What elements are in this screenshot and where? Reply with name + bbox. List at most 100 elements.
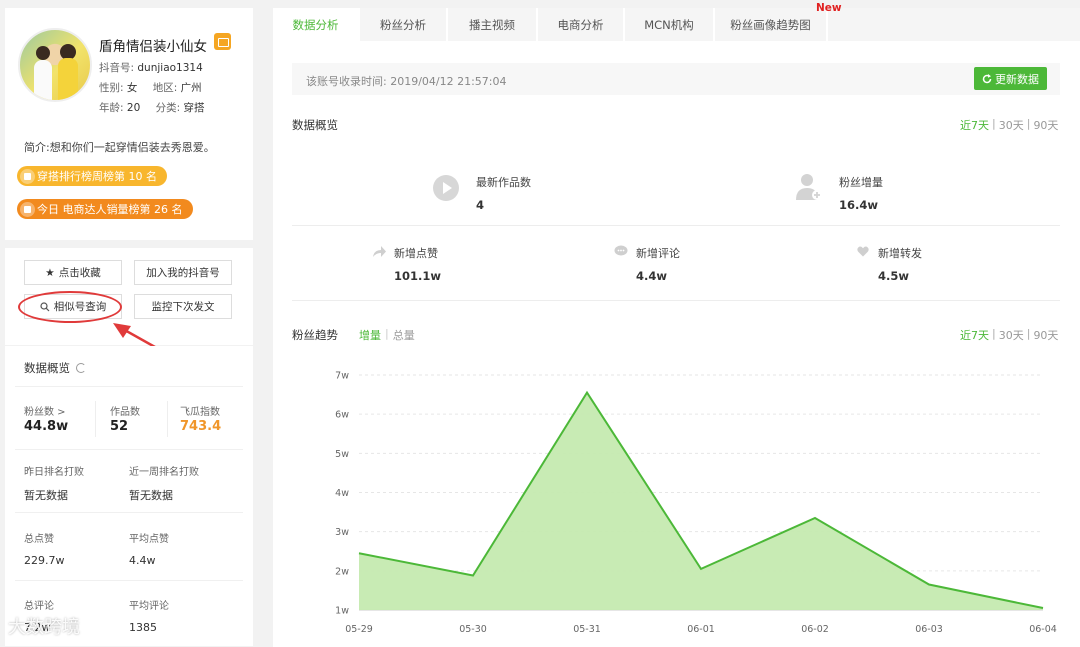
new-shares-label: 新增转发: [878, 247, 922, 260]
age-category-row: 年龄: 20 分类: 穿搭: [99, 102, 205, 114]
trend-range-selector: 近7天 | 30天 | 90天: [960, 327, 1059, 343]
profile-card: 盾角情侣装小仙女 抖音号: dunjiao1314 性别: 女 地区: 广州 年…: [5, 8, 253, 240]
douyin-id-row: 抖音号: dunjiao1314: [99, 62, 203, 74]
tab-fans-analysis[interactable]: 粉丝分析: [360, 8, 448, 41]
stats-title: 数据概览: [24, 360, 86, 376]
data-point[interactable]: [585, 391, 589, 395]
avg-comments-label: 平均评论: [129, 601, 169, 612]
age: 20: [126, 102, 141, 114]
refresh-icon[interactable]: [76, 363, 86, 373]
new-shares-value: 4.5w: [878, 269, 909, 283]
data-point[interactable]: [699, 567, 703, 571]
nickname: 盾角情侣装小仙女: [99, 39, 207, 55]
week-rank-label: 近一周排名打败: [129, 467, 199, 478]
fans-value: 44.8w: [24, 419, 69, 434]
total-likes-value: 229.7w: [24, 554, 65, 567]
yday-rank-label: 昨日排名打败: [24, 467, 84, 478]
total-comments-label: 总评论: [24, 601, 54, 612]
rank-badge-ecommerce[interactable]: 今日 电商达人销量榜第 26 名: [17, 199, 193, 219]
y-tick-label: 2w: [335, 566, 349, 577]
avg-likes-label: 平均点赞: [129, 534, 169, 545]
overview-range-90[interactable]: 90天: [1033, 117, 1058, 133]
avg-likes-value: 4.4w: [129, 554, 156, 567]
search-icon: [40, 301, 50, 311]
shop-icon[interactable]: [214, 33, 231, 50]
left-panel: 盾角情侣装小仙女 抖音号: dunjiao1314 性别: 女 地区: 广州 年…: [5, 8, 253, 647]
trend-range-30[interactable]: 30天: [999, 327, 1024, 343]
new-likes-label: 新增点赞: [394, 247, 438, 260]
tab-videos[interactable]: 播主视频: [448, 8, 538, 41]
avatar[interactable]: [18, 28, 92, 102]
y-tick-label: 4w: [335, 488, 349, 499]
category: 穿搭: [183, 102, 205, 114]
week-rank-value: 暂无数据: [129, 489, 173, 502]
x-tick-label: 06-03: [915, 624, 943, 635]
watermark: 大数跨境: [8, 617, 80, 638]
yday-rank-value: 暂无数据: [24, 489, 68, 502]
fans-label[interactable]: 粉丝数 >: [24, 403, 66, 418]
tab-data-analysis[interactable]: 数据分析: [273, 8, 360, 41]
main-panel: 数据分析 粉丝分析 播主视频 电商分析 MCN机构 粉丝画像趋势图 New 该账…: [273, 2, 1080, 647]
share-arrow-icon: [373, 246, 386, 257]
star-icon: ★: [45, 266, 55, 279]
y-tick-label: 5w: [335, 449, 349, 460]
toggle-increment[interactable]: 增量: [359, 327, 381, 343]
fans-trend-chart: 1w 2w 3w 4w 5w 6w 7w 05-29 05-30 05-31 06-01 06-02 0…: [335, 371, 1057, 636]
tab-mcn[interactable]: MCN机构: [625, 8, 715, 41]
crown-icon: [20, 168, 35, 184]
play-icon: [433, 175, 459, 201]
avg-comments-value: 1385: [129, 621, 157, 634]
tab-bar: 数据分析 粉丝分析 播主视频 电商分析 MCN机构 粉丝画像趋势图 New: [273, 2, 1080, 41]
new-likes-value: 101.1w: [394, 269, 441, 283]
douyin-id: dunjiao1314: [137, 62, 203, 74]
update-data-button[interactable]: 更新数据: [974, 67, 1047, 90]
overview-title: 数据概览: [292, 118, 338, 132]
region: 广州: [180, 82, 202, 94]
fans-growth-value: 16.4w: [839, 198, 878, 212]
stats-card: 数据概览 粉丝数 > 44.8w 作品数 52 飞瓜指数 743.4 昨日排名打…: [5, 346, 253, 646]
trend-range-7[interactable]: 近7天: [960, 327, 989, 343]
feigua-value: 743.4: [180, 419, 222, 434]
data-point[interactable]: [927, 583, 931, 587]
data-point[interactable]: [1041, 606, 1045, 610]
sync-icon: [982, 73, 992, 83]
y-tick-label: 6w: [335, 410, 349, 421]
x-tick-label: 06-02: [801, 624, 829, 635]
gender: 女: [126, 82, 138, 94]
data-point[interactable]: [471, 574, 475, 578]
trend-title: 粉丝趋势: [292, 328, 338, 342]
new-works-value: 4: [476, 198, 485, 212]
tab-ecommerce[interactable]: 电商分析: [538, 8, 625, 41]
x-tick-label: 06-01: [687, 624, 715, 635]
rank-badge-weekly[interactable]: 穿搭排行榜周榜第 10 名: [17, 166, 167, 186]
y-tick-label: 3w: [335, 527, 349, 538]
heart-icon: [857, 246, 869, 257]
x-tick-label: 05-31: [573, 624, 601, 635]
toggle-total[interactable]: 总量: [393, 327, 415, 343]
new-comments-label: 新增评论: [636, 247, 680, 260]
add-to-mine-button[interactable]: 加入我的抖音号: [134, 260, 232, 285]
actions-card: ★ 点击收藏 加入我的抖音号 相似号查询 监控下次发文: [5, 248, 253, 358]
overview-range-30[interactable]: 30天: [999, 117, 1024, 133]
trend-mode-toggle: 增量 | 总量: [359, 327, 415, 343]
trend-range-90[interactable]: 90天: [1033, 327, 1058, 343]
favorite-button[interactable]: ★ 点击收藏: [24, 260, 122, 285]
overview-range-selector: 近7天 | 30天 | 90天: [960, 117, 1059, 133]
overview-range-7[interactable]: 近7天: [960, 117, 989, 133]
area-fill: [359, 392, 1043, 610]
x-tick-label: 05-30: [459, 624, 487, 635]
new-works-label: 最新作品数: [476, 176, 531, 189]
total-likes-label: 总点赞: [24, 534, 54, 545]
comment-icon: [614, 245, 628, 256]
data-point[interactable]: [357, 551, 361, 555]
tab-fans-profile-trend[interactable]: 粉丝画像趋势图: [715, 8, 828, 41]
monitor-button[interactable]: 监控下次发文: [134, 294, 232, 319]
data-point[interactable]: [813, 516, 817, 520]
fans-growth-label: 粉丝增量: [839, 176, 883, 189]
new-comments-value: 4.4w: [636, 269, 667, 283]
record-time: 该账号收录时间: 2019/04/12 21:57:04: [306, 75, 507, 88]
y-tick-label: 7w: [335, 371, 349, 382]
similar-search-button[interactable]: 相似号查询: [24, 294, 122, 319]
record-time-bar: 该账号收录时间: 2019/04/12 21:57:04 更新数据: [292, 63, 1060, 95]
y-tick-label: 1w: [335, 606, 349, 617]
